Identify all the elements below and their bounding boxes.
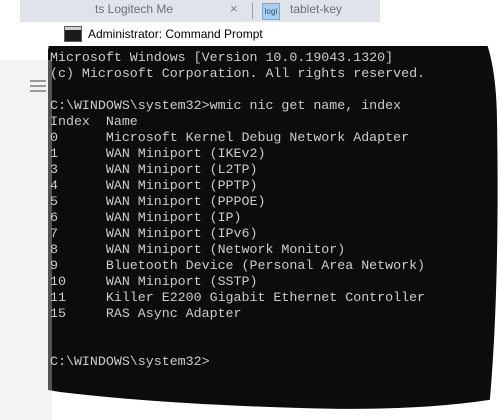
- console-line: 11 Killer E2200 Gigabit Ethernet Control…: [50, 290, 426, 305]
- console-line: (c) Microsoft Corporation. All rights re…: [50, 66, 426, 81]
- browser-tab-tablet-key[interactable]: tablet-key: [290, 2, 342, 16]
- tab-divider: [252, 3, 253, 19]
- background-window-edge: [0, 60, 48, 420]
- command-prompt-icon: [64, 26, 82, 42]
- console-line: 3 WAN Miniport (L2TP): [50, 162, 258, 177]
- console-line: C:\WINDOWS\system32>wmic nic get name, i…: [50, 98, 402, 113]
- browser-tab-logitech[interactable]: ts Logitech Me: [95, 2, 173, 16]
- console-line: Index Name: [50, 114, 138, 129]
- console-line: 15 RAS Async Adapter: [50, 306, 242, 321]
- browser-tab-strip: ts Logitech Me × logi tablet-key: [20, 0, 380, 22]
- logitech-favicon-icon: logi: [262, 3, 280, 20]
- console-lines: Microsoft Windows [Version 10.0.19043.13…: [50, 50, 425, 370]
- console-line: 1 WAN Miniport (IKEv2): [50, 146, 266, 161]
- hamburger-menu-icon[interactable]: [30, 80, 46, 92]
- window-title: Administrator: Command Prompt: [88, 27, 263, 41]
- console-line: 7 WAN Miniport (IPv6): [50, 226, 258, 241]
- console-title-bar[interactable]: Administrator: Command Prompt: [48, 22, 501, 46]
- console-line: 6 WAN Miniport (IP): [50, 210, 242, 225]
- screenshot-stage: ts Logitech Me × logi tablet-key Adminis…: [0, 0, 501, 420]
- console-line: Microsoft Windows [Version 10.0.19043.13…: [50, 50, 394, 65]
- console-line: C:\WINDOWS\system32>: [50, 354, 210, 369]
- close-icon[interactable]: ×: [230, 1, 238, 16]
- console-output[interactable]: Microsoft Windows [Version 10.0.19043.13…: [48, 46, 501, 420]
- console-line: 8 WAN Miniport (Network Monitor): [50, 242, 346, 257]
- console-line: 9 Bluetooth Device (Personal Area Networ…: [50, 258, 426, 273]
- console-line: 4 WAN Miniport (PPTP): [50, 178, 258, 193]
- console-line: 5 WAN Miniport (PPPOE): [50, 194, 266, 209]
- console-line: 0 Microsoft Kernel Debug Network Adapter: [50, 130, 410, 145]
- console-line: 10 WAN Miniport (SSTP): [50, 274, 258, 289]
